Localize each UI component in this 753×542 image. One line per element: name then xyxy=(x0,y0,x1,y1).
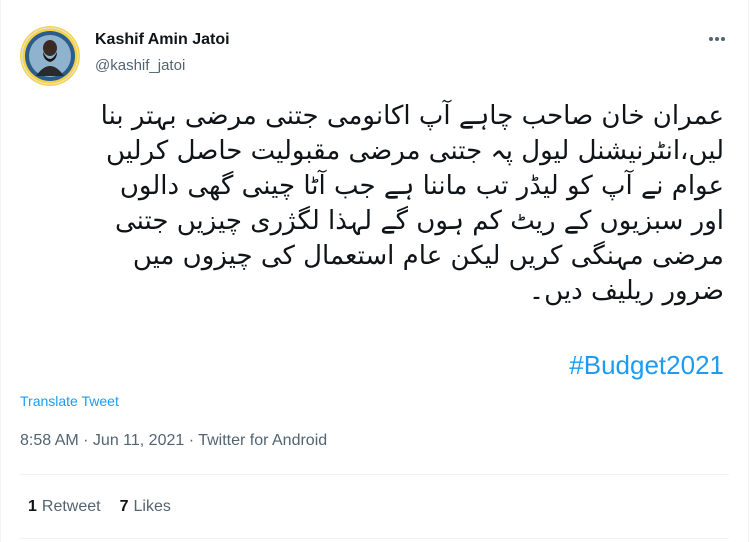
meta-separator: · xyxy=(78,432,93,449)
likes-count: 7 xyxy=(119,498,129,515)
author-handle[interactable]: @kashif_jatoi xyxy=(95,57,185,74)
meta-separator: · xyxy=(184,432,199,449)
tweet-time[interactable]: 8:58 AM xyxy=(20,432,79,449)
engagement-stats: 1 Retweet 7 Likes xyxy=(28,498,171,516)
likes-label: Likes xyxy=(133,498,171,515)
tweet-card: Kashif Amin Jatoi @kashif_jatoi عمران خا… xyxy=(0,0,749,542)
retweets-stat[interactable]: 1 Retweet xyxy=(28,498,101,516)
more-horizontal-icon xyxy=(709,37,725,41)
tweet-text: عمران خان صاحب چاہے آپ اکانومی جتنی مرضی… xyxy=(100,101,724,306)
tweet-source[interactable]: Twitter for Android xyxy=(198,432,327,449)
retweets-count: 1 xyxy=(28,498,37,515)
tweet-date[interactable]: Jun 11, 2021 xyxy=(93,432,184,449)
tweet-meta: 8:58 AM · Jun 11, 2021 · Twitter for And… xyxy=(20,432,327,450)
more-options-button[interactable] xyxy=(701,28,733,50)
avatar[interactable] xyxy=(20,26,80,86)
translate-tweet-link[interactable]: Translate Tweet xyxy=(20,393,119,409)
hashtag-link[interactable]: #Budget2021 xyxy=(569,350,724,381)
retweets-label: Retweet xyxy=(41,498,101,515)
divider xyxy=(20,474,729,475)
likes-stat[interactable]: 7 Likes xyxy=(120,498,171,516)
author-display-name[interactable]: Kashif Amin Jatoi xyxy=(95,31,230,49)
divider xyxy=(20,538,729,539)
